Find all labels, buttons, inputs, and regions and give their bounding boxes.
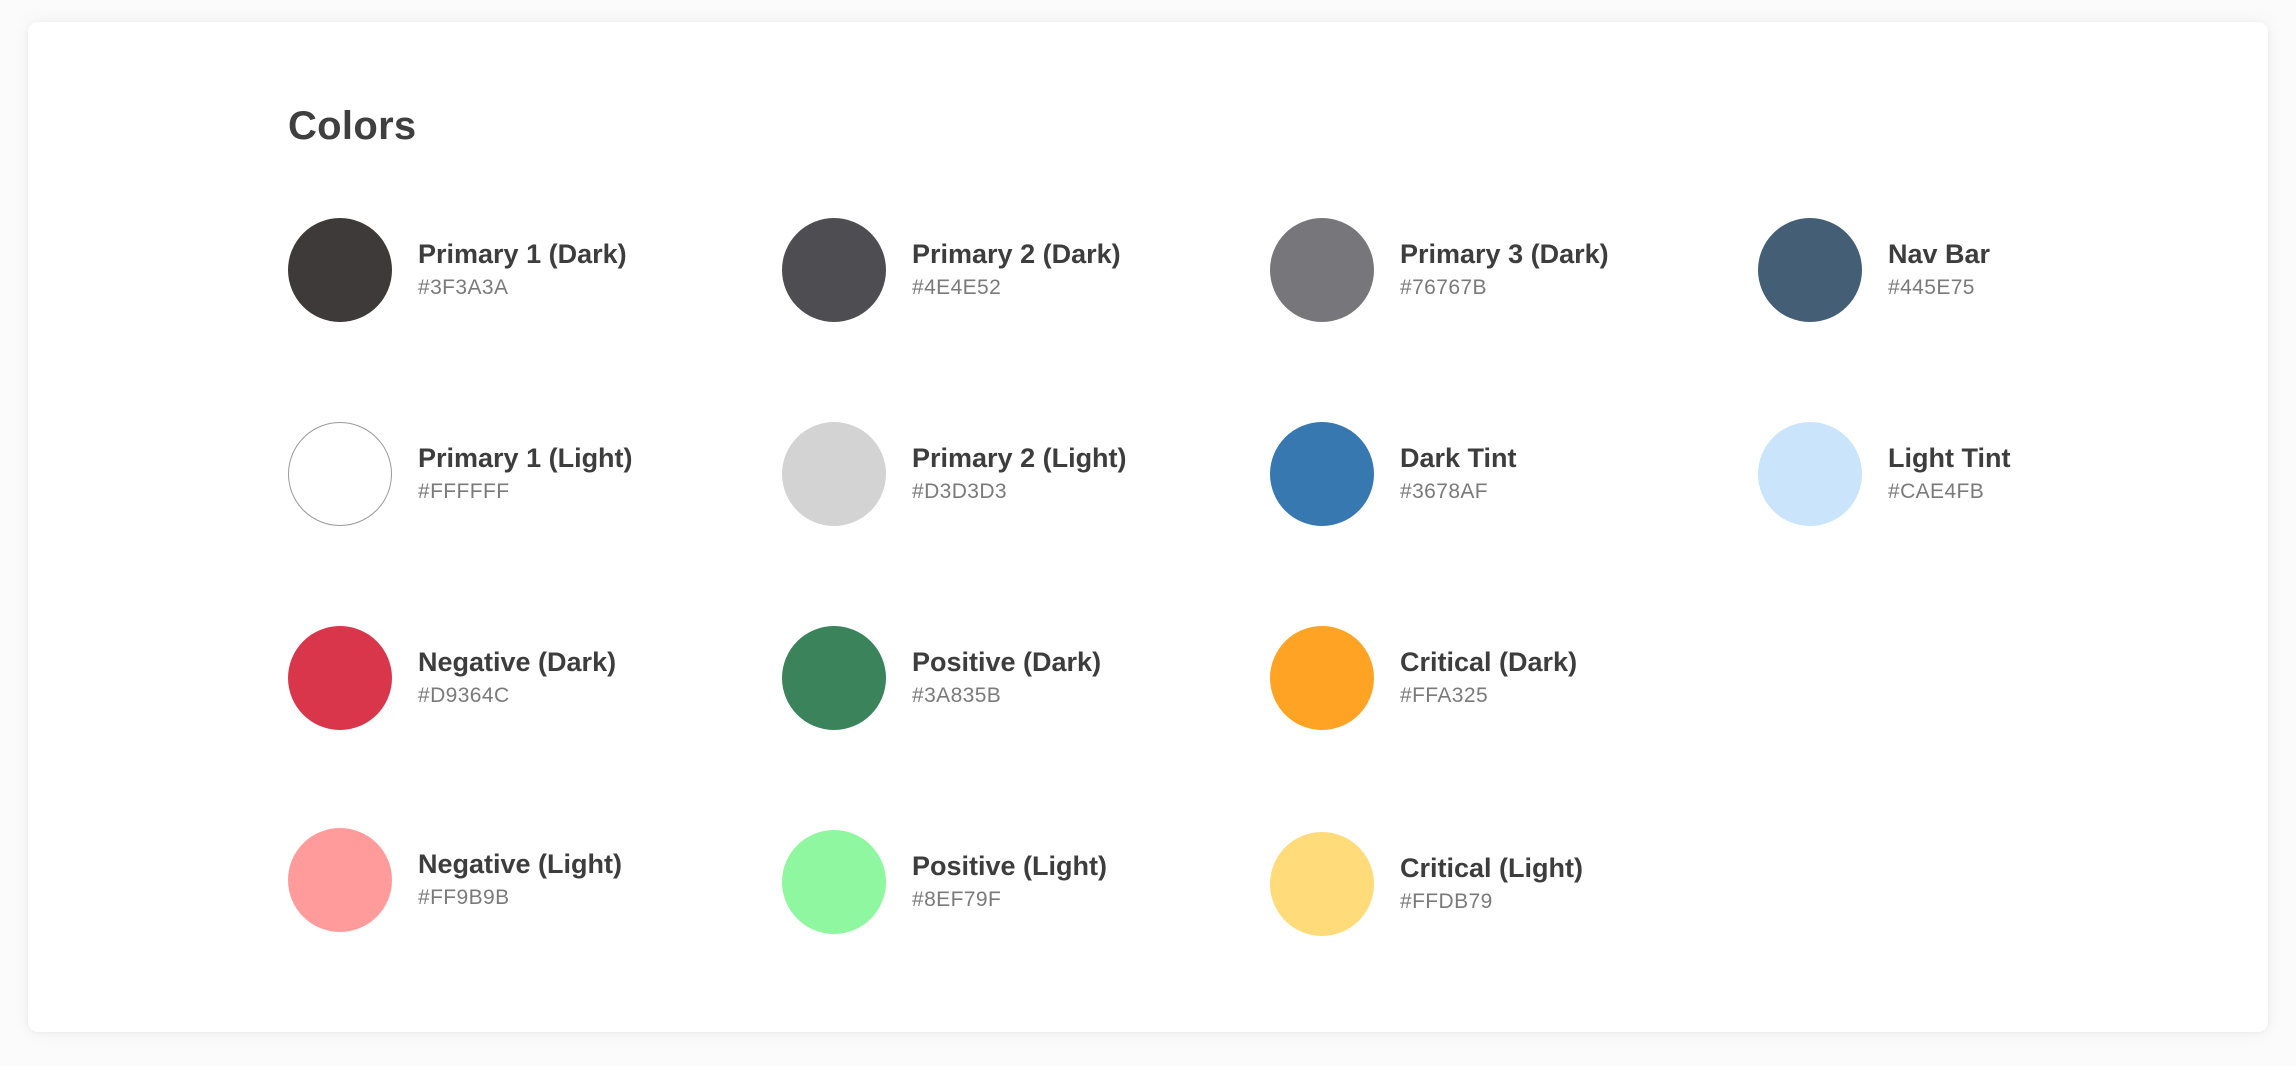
- swatch-name: Primary 2 (Dark): [912, 239, 1121, 269]
- swatch-primary-2-dark: Primary 2 (Dark) #4E4E52: [782, 218, 1121, 322]
- swatch-hex: #4E4E52: [912, 276, 1002, 299]
- color-circle: [288, 422, 392, 526]
- color-circle: [782, 218, 886, 322]
- swatch-hex: #3F3A3A: [418, 276, 509, 299]
- swatch-name: Dark Tint: [1400, 443, 1517, 473]
- swatch-hex: #76767B: [1400, 276, 1487, 299]
- swatch-hex: #8EF79F: [912, 888, 1002, 911]
- swatch-critical-dark: Critical (Dark) #FFA325: [1270, 626, 1577, 730]
- swatch-hex: #D3D3D3: [912, 480, 1008, 503]
- swatch-hex: #D9364C: [418, 684, 510, 707]
- swatch-hex: #FF9B9B: [418, 886, 510, 909]
- swatch-primary-1-dark: Primary 1 (Dark) #3F3A3A: [288, 218, 627, 322]
- color-circle: [1270, 832, 1374, 936]
- color-circle: [1758, 218, 1862, 322]
- swatch-name: Nav Bar: [1888, 239, 1991, 269]
- swatch-hex: #3678AF: [1400, 480, 1489, 503]
- page-title: Colors: [288, 104, 417, 148]
- color-circle: [782, 422, 886, 526]
- swatch-negative-light: Negative (Light) #FF9B9B: [288, 828, 622, 932]
- swatch-hex: #3A835B: [912, 684, 1002, 707]
- color-circle: [1270, 626, 1374, 730]
- swatch-positive-light: Positive (Light) #8EF79F: [782, 830, 1107, 934]
- swatch-name: Primary 1 (Dark): [418, 239, 627, 269]
- swatch-positive-dark: Positive (Dark) #3A835B: [782, 626, 1101, 730]
- swatch-name: Critical (Light): [1400, 853, 1583, 883]
- swatch-critical-light: Critical (Light) #FFDB79: [1270, 832, 1583, 936]
- swatch-hex: #FFA325: [1400, 684, 1489, 707]
- swatch-name: Critical (Dark): [1400, 647, 1578, 677]
- swatch-name: Negative (Dark): [418, 647, 617, 677]
- color-circle: [1270, 422, 1374, 526]
- color-circle: [782, 830, 886, 934]
- swatch-name: Primary 2 (Light): [912, 443, 1127, 473]
- swatch-name: Negative (Light): [418, 849, 623, 879]
- swatch-hex: #FFDB79: [1400, 890, 1493, 913]
- swatch-name: Positive (Dark): [912, 647, 1102, 677]
- color-circle: [288, 828, 392, 932]
- swatch-primary-1-light: Primary 1 (Light) #FFFFFF: [288, 422, 633, 526]
- swatch-primary-3-dark: Primary 3 (Dark) #76767B: [1270, 218, 1609, 322]
- swatch-hex: #FFFFFF: [418, 480, 510, 503]
- swatch-name: Primary 3 (Dark): [1400, 239, 1609, 269]
- color-circle: [1270, 218, 1374, 322]
- swatch-hex: #445E75: [1888, 276, 1975, 299]
- swatch-name: Positive (Light): [912, 851, 1107, 881]
- swatch-primary-2-light: Primary 2 (Light) #D3D3D3: [782, 422, 1127, 526]
- swatch-negative-dark: Negative (Dark) #D9364C: [288, 626, 616, 730]
- color-circle: [782, 626, 886, 730]
- swatch-hex: #CAE4FB: [1888, 480, 1985, 503]
- swatch-nav-bar: Nav Bar #445E75: [1758, 218, 1990, 322]
- swatch-name: Light Tint: [1888, 443, 2011, 473]
- swatch-dark-tint: Dark Tint #3678AF: [1270, 422, 1517, 526]
- swatch-name: Primary 1 (Light): [418, 443, 633, 473]
- color-circle: [288, 626, 392, 730]
- color-circle: [288, 218, 392, 322]
- swatch-light-tint: Light Tint #CAE4FB: [1758, 422, 2010, 526]
- color-circle: [1758, 422, 1862, 526]
